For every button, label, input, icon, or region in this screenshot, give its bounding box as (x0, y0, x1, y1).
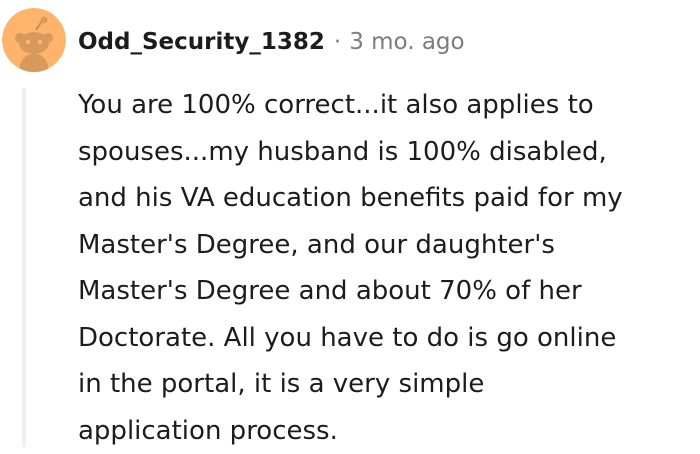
comment-body-line: spouses...my husband is 100% disabled, (78, 129, 694, 176)
comment: Odd_Security_1382 · 3 mo. ago You are 10… (0, 0, 700, 447)
comment-body-line: in the portal, it is a very simple (78, 361, 694, 408)
comment-body-line: You are 100% correct...it also applies t… (78, 82, 694, 129)
comment-body-line: Master's Degree, and our daughter's (78, 222, 694, 269)
comment-body-line: Master's Degree and about 70% of her (78, 268, 694, 315)
timestamp-link[interactable]: 3 mo. ago (349, 26, 464, 58)
thread-collapse-line[interactable] (22, 88, 26, 447)
comment-body-line: and his VA education benefits paid for m… (78, 175, 694, 222)
comment-body-line: Doctorate. All you have to do is go onli… (78, 315, 694, 362)
comment-body-line: application process. (78, 408, 694, 454)
comment-body: You are 100% correct...it also applies t… (78, 82, 694, 454)
meta-separator: · (334, 26, 341, 58)
username-link[interactable]: Odd_Security_1382 (78, 26, 325, 58)
snoo-avatar-icon (2, 8, 66, 72)
comment-meta: Odd_Security_1382 · 3 mo. ago (78, 26, 465, 58)
avatar[interactable] (2, 8, 66, 72)
